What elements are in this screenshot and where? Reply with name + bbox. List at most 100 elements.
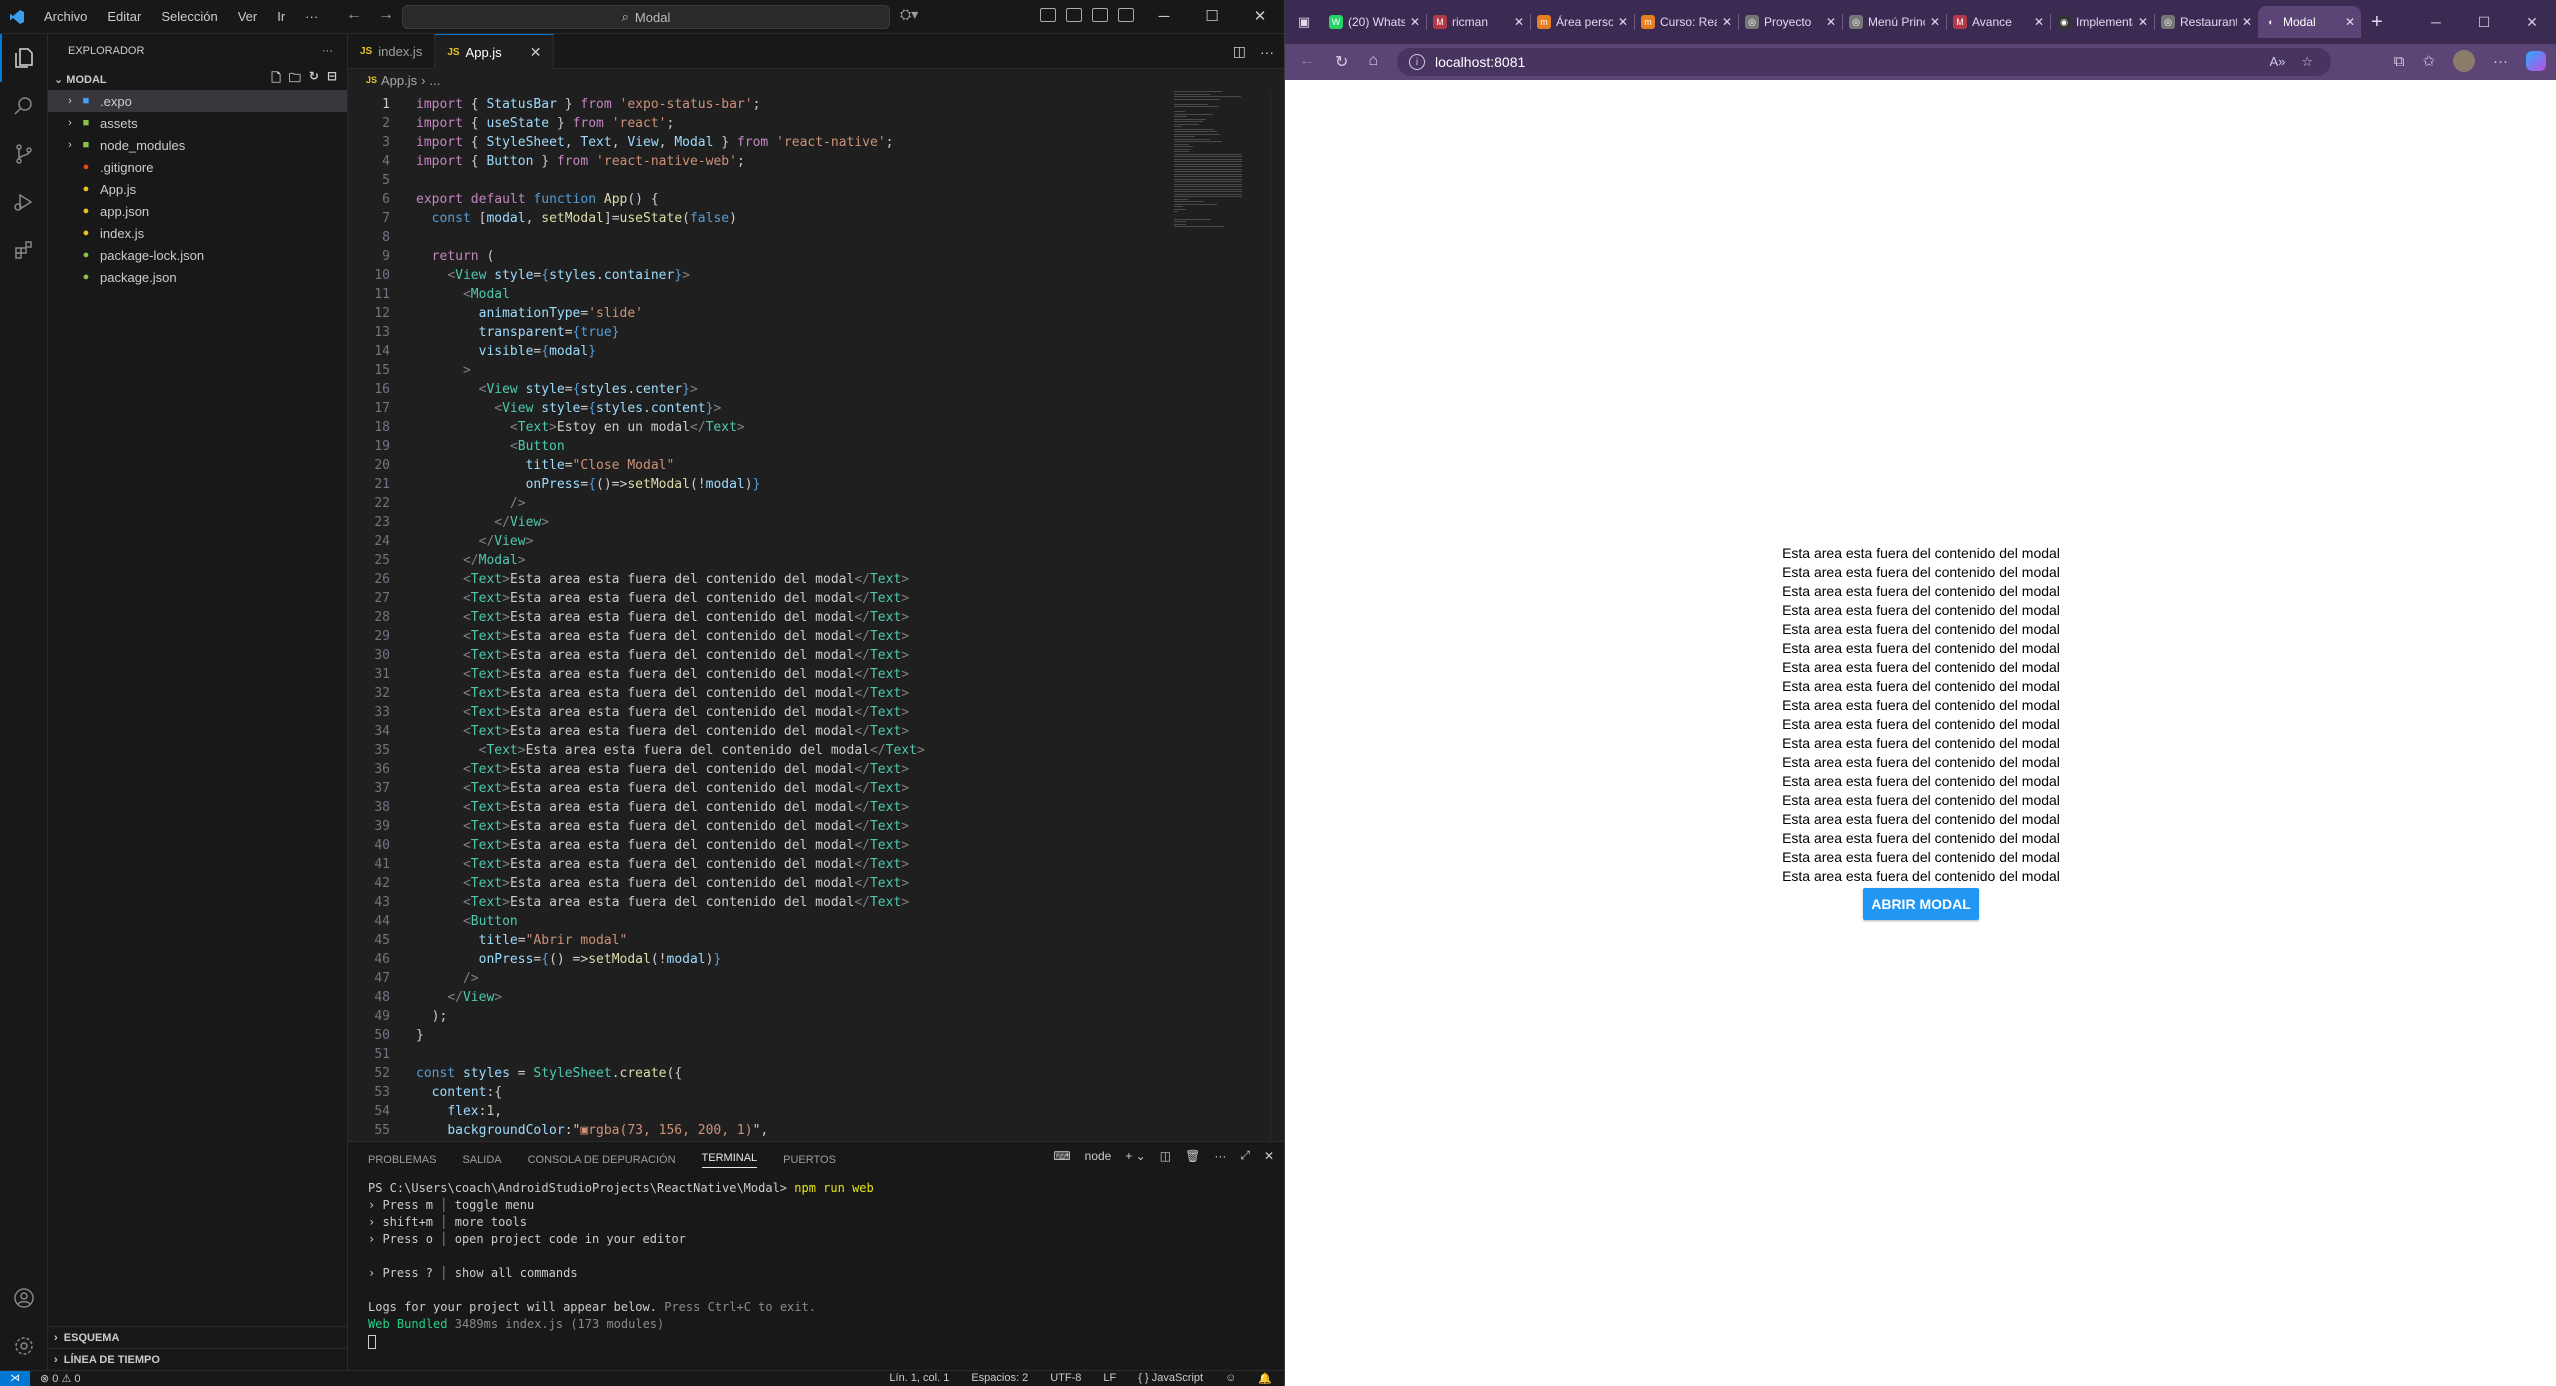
browser-tab[interactable]: ◎ Menú Principal ✕: [1843, 6, 1946, 38]
read-aloud-icon[interactable]: A»: [2269, 54, 2285, 70]
kill-terminal-icon[interactable]: 🗑: [1185, 1149, 1200, 1163]
problems-status[interactable]: ⊗ 0 ⚠ 0: [40, 1372, 81, 1385]
panel-tab[interactable]: PUERTOS: [783, 1154, 836, 1166]
copilot-icon[interactable]: [2526, 51, 2546, 71]
site-info-icon[interactable]: i: [1409, 54, 1425, 70]
file-item[interactable]: ● index.js: [48, 222, 347, 244]
favorite-star-icon[interactable]: ☆: [2301, 54, 2313, 70]
command-center-search[interactable]: ⌕ Modal: [402, 5, 890, 29]
new-folder-icon[interactable]: 🗀: [289, 69, 301, 90]
notifications-bell-icon[interactable]: 🔔: [1258, 1372, 1272, 1385]
encoding[interactable]: UTF-8: [1050, 1372, 1081, 1385]
collapse-all-icon[interactable]: ⊟: [327, 69, 337, 90]
back-arrow-icon[interactable]: ←: [1299, 52, 1315, 72]
maximize-icon[interactable]: ☐: [2460, 0, 2508, 44]
browser-tab[interactable]: ◐ Modal ✕: [2258, 6, 2361, 38]
minimize-icon[interactable]: ─: [2412, 0, 2460, 44]
close-tab-icon[interactable]: ✕: [1618, 15, 1628, 29]
panel-tab[interactable]: SALIDA: [462, 1154, 501, 1166]
browser-tab[interactable]: W (20) WhatsApp ✕: [1323, 6, 1426, 38]
extensions-icon[interactable]: ⧉: [2394, 53, 2405, 70]
close-tab-icon[interactable]: ✕: [2034, 15, 2044, 29]
reload-icon[interactable]: ↻: [1335, 52, 1348, 72]
search-icon[interactable]: [0, 82, 48, 130]
close-tab-icon[interactable]: ✕: [1514, 15, 1524, 29]
end-of-line[interactable]: LF: [1103, 1372, 1116, 1385]
split-terminal-icon[interactable]: ◫: [1160, 1149, 1171, 1163]
tab-index-js[interactable]: JS index.js: [348, 34, 436, 69]
terminal-output[interactable]: PS C:\Users\coach\AndroidStudioProjects\…: [368, 1180, 874, 1350]
source-control-icon[interactable]: [0, 130, 48, 178]
back-arrow-icon[interactable]: ←: [346, 6, 362, 24]
toggle-sidebar-icon[interactable]: [1040, 8, 1056, 22]
folder-item[interactable]: › ■ .expo: [48, 90, 347, 112]
minimize-icon[interactable]: ─: [1140, 0, 1188, 34]
tab-actions-icon[interactable]: ▣: [1285, 0, 1323, 44]
editor-scrollbar[interactable]: [1270, 91, 1284, 1141]
customize-layout-icon[interactable]: [1118, 8, 1134, 22]
code-editor[interactable]: 1 import { StatusBar } from 'expo-status-…: [348, 91, 1284, 1141]
new-terminal-icon[interactable]: + ⌄: [1125, 1149, 1145, 1163]
menu-item[interactable]: ···: [295, 0, 328, 34]
account-icon[interactable]: [0, 1274, 48, 1322]
new-file-icon[interactable]: 🗋: [271, 69, 281, 90]
menu-item[interactable]: Archivo: [34, 0, 97, 34]
project-folder-header[interactable]: ⌄ MODAL 🗋 🗀 ↻ ⊟: [48, 68, 347, 90]
maximize-panel-icon[interactable]: ⤢: [1240, 1148, 1250, 1163]
folder-item[interactable]: › ■ assets: [48, 112, 347, 134]
file-item[interactable]: ● package-lock.json: [48, 244, 347, 266]
maximize-icon[interactable]: ☐: [1188, 0, 1236, 34]
close-tab-icon[interactable]: ✕: [1930, 15, 1940, 29]
close-icon[interactable]: ✕: [1236, 0, 1284, 34]
explorer-icon[interactable]: [0, 34, 48, 82]
new-tab-icon[interactable]: +: [2371, 11, 2383, 34]
profile-avatar[interactable]: [2453, 50, 2475, 72]
minimap[interactable]: [1174, 91, 1244, 231]
extensions-icon[interactable]: [0, 226, 48, 274]
menu-item[interactable]: Selección: [151, 0, 227, 34]
file-item[interactable]: ● package.json: [48, 266, 347, 288]
remote-indicator-icon[interactable]: ⋊: [0, 1370, 30, 1386]
browser-tab[interactable]: ◉ Implementar ✕: [2051, 6, 2154, 38]
close-panel-icon[interactable]: ✕: [1264, 1149, 1274, 1163]
close-tab-icon[interactable]: ✕: [2242, 15, 2252, 29]
forward-arrow-icon[interactable]: →: [378, 6, 394, 24]
breadcrumb-symbol[interactable]: ...: [430, 73, 441, 88]
favorites-icon[interactable]: ✩: [2422, 52, 2435, 70]
copilot-icon[interactable]: ⛭▾: [900, 6, 918, 23]
browser-tab[interactable]: Mricman ✕: [1427, 6, 1530, 38]
file-item[interactable]: ● App.js: [48, 178, 347, 200]
panel-tab[interactable]: CONSOLA DE DEPURACIÓN: [528, 1154, 676, 1166]
browser-tab[interactable]: ◎ Restaurante ✕: [2155, 6, 2258, 38]
more-actions-icon[interactable]: ···: [1260, 44, 1274, 60]
folder-item[interactable]: › ■ node_modules: [48, 134, 347, 156]
panel-tab[interactable]: PROBLEMAS: [368, 1154, 436, 1166]
outline-section[interactable]: › ESQUEMA: [48, 1326, 348, 1348]
close-tab-icon[interactable]: ✕: [530, 44, 542, 61]
menu-item[interactable]: Editar: [97, 0, 151, 34]
menu-item[interactable]: Ver: [228, 0, 268, 34]
settings-more-icon[interactable]: ···: [2493, 53, 2508, 70]
browser-tab[interactable]: ◎ Proyecto ✕: [1739, 6, 1842, 38]
browser-tab[interactable]: M Avance ✕: [1947, 6, 2050, 38]
split-editor-icon[interactable]: ◫: [1233, 43, 1246, 60]
close-icon[interactable]: ✕: [2508, 0, 2556, 44]
menu-item[interactable]: Ir: [267, 0, 295, 34]
indentation[interactable]: Espacios: 2: [971, 1372, 1028, 1385]
more-actions-icon[interactable]: ···: [1214, 1149, 1226, 1163]
copilot-status-icon[interactable]: ☺: [1225, 1372, 1236, 1385]
home-icon[interactable]: ⌂: [1368, 52, 1378, 72]
close-tab-icon[interactable]: ✕: [2345, 15, 2355, 29]
open-modal-button[interactable]: ABRIR MODAL: [1863, 888, 1979, 920]
run-debug-icon[interactable]: [0, 178, 48, 226]
close-tab-icon[interactable]: ✕: [1826, 15, 1836, 29]
more-actions-icon[interactable]: ···: [322, 45, 333, 57]
browser-tab[interactable]: m Curso: React ✕: [1635, 6, 1738, 38]
file-item[interactable]: ● app.json: [48, 200, 347, 222]
close-tab-icon[interactable]: ✕: [2138, 15, 2148, 29]
terminal-shell-label[interactable]: node: [1085, 1149, 1112, 1163]
toggle-panel-icon[interactable]: [1066, 8, 1082, 22]
timeline-section[interactable]: › LÍNEA DE TIEMPO: [48, 1348, 348, 1370]
refresh-icon[interactable]: ↻: [309, 69, 319, 90]
address-bar[interactable]: i localhost:8081 A» ☆: [1397, 48, 2331, 76]
